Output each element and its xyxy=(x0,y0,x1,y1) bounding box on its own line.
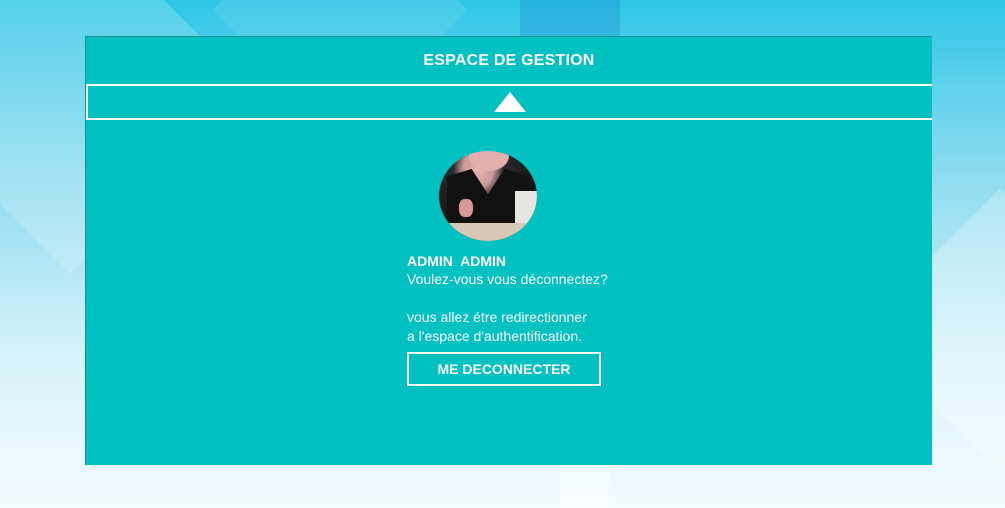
panel-header: ESPACE DE GESTION xyxy=(86,37,932,84)
avatar xyxy=(439,151,537,241)
logout-question: Voulez-vous vous déconnectez? xyxy=(407,271,608,287)
page-title: ESPACE DE GESTION xyxy=(423,51,595,69)
user-name: ADMIN ADMIN xyxy=(407,253,507,269)
collapse-toggle[interactable] xyxy=(86,84,932,120)
management-panel: ESPACE DE GESTION ADMIN ADMIN Voulez-vou… xyxy=(85,36,932,465)
logout-button[interactable]: ME DECONNECTER xyxy=(407,352,601,386)
redirect-info-line2: a l'espace d'authentification. xyxy=(407,328,583,344)
redirect-info-line1: vous allez étre redirectionner xyxy=(407,309,587,325)
chevron-up-icon[interactable] xyxy=(494,92,526,112)
logout-profile-card: ADMIN ADMIN Voulez-vous vous déconnectez… xyxy=(407,151,667,386)
